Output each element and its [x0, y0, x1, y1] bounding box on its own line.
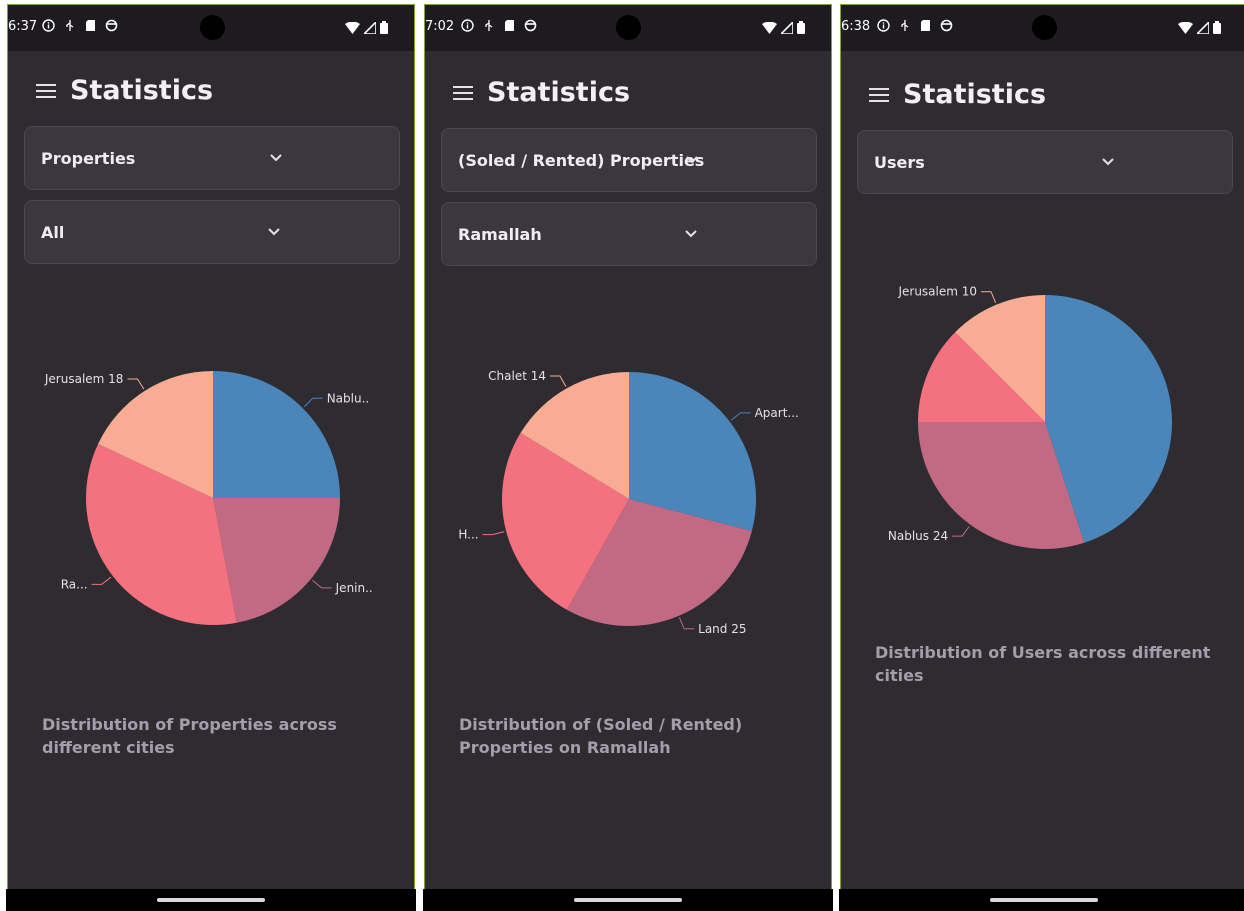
signal-icon [779, 19, 794, 38]
status-icons-left [461, 19, 537, 32]
sd-card-icon [84, 19, 97, 32]
pie-label: Jerusalem 10 [897, 285, 977, 299]
phone-screen-2: 7:02 Statistics (Soled / Rented) Propert… [424, 4, 832, 890]
pie-label: Nablus 24 [888, 529, 948, 543]
home-handle[interactable] [990, 898, 1098, 902]
pie-label: Chalet 14 [488, 369, 546, 383]
phone-screen-3: 6:38 Statistics Users Nablus 24 Jerusalem… [840, 4, 1244, 890]
navigation-bar [423, 889, 833, 911]
page-title: Statistics [487, 77, 631, 108]
label-leader-line [127, 378, 145, 390]
chart-caption: Distribution of Users across different c… [875, 643, 1211, 685]
sd-card-icon [919, 19, 932, 32]
info-icon [877, 19, 890, 32]
app-header: Statistics [869, 79, 1046, 110]
status-icons-left [42, 19, 118, 32]
page-title: Statistics [903, 79, 1047, 110]
status-icons-right [345, 19, 388, 38]
pie-label: Nablu.. [327, 391, 370, 405]
camera-cutout [616, 15, 641, 40]
pie-chart: Nablu.. Jenin.. Ra... Jerusalem 18 [44, 371, 373, 625]
city-dropdown[interactable]: All [24, 200, 400, 264]
chevron-down-icon [685, 230, 697, 238]
city-dropdown-value: All [41, 223, 65, 242]
status-bar: 6:38 [841, 5, 1244, 51]
pie-label: H... [458, 528, 478, 542]
pie-label: Apart... [755, 406, 799, 420]
sync-icon [105, 19, 118, 32]
wifi-icon [762, 19, 777, 38]
label-leader-line [549, 375, 567, 387]
wifi-icon [1178, 19, 1193, 38]
signal-icon [362, 19, 377, 38]
menu-icon[interactable] [453, 85, 473, 100]
wifi-icon [345, 19, 360, 38]
home-handle[interactable] [574, 898, 682, 902]
chevron-down-icon [268, 228, 280, 236]
category-dropdown-value: Users [874, 153, 925, 172]
category-dropdown[interactable]: Properties [24, 126, 400, 190]
label-leader-line [482, 531, 505, 536]
status-time: 6:37 [8, 19, 38, 34]
label-leader-line [981, 291, 997, 304]
pie-slice [213, 371, 340, 498]
pie-label: Jerusalem 18 [44, 372, 124, 386]
page-title: Statistics [70, 75, 214, 106]
chevron-down-icon [686, 156, 698, 164]
info-icon [42, 19, 55, 32]
sync-icon [524, 19, 537, 32]
pie-label: Jenin.. [335, 581, 373, 595]
pie-label: Land 25 [698, 622, 746, 636]
navigation-bar [839, 889, 1244, 911]
menu-icon[interactable] [869, 87, 889, 102]
menu-icon[interactable] [36, 83, 56, 98]
sync-icon [940, 19, 953, 32]
label-leader-line [303, 397, 323, 408]
chart-caption: Distribution of (Soled / Rented) Propert… [459, 715, 743, 757]
chart-caption: Distribution of Properties across differ… [42, 715, 337, 757]
pie-chart: Apart... Land 25 H... Chalet 14 [458, 369, 799, 636]
label-leader-line [312, 579, 332, 589]
phone-screen-1: 6:37 Statistics Properties All Nablu.. Je… [7, 4, 415, 890]
battery-icon [380, 19, 388, 38]
status-icons-right [1178, 19, 1221, 38]
pie-chart: Nablus 24 Jerusalem 10 [888, 285, 1172, 549]
category-dropdown[interactable]: (Soled / Rented) Properties [441, 128, 817, 192]
camera-cutout [200, 15, 225, 40]
usb-icon [898, 19, 911, 32]
chevron-down-icon [270, 154, 282, 162]
label-leader-line [678, 617, 695, 630]
battery-icon [1213, 19, 1221, 38]
signal-icon [1195, 19, 1210, 38]
battery-icon [797, 19, 805, 38]
category-dropdown[interactable]: Users [857, 130, 1233, 194]
status-bar: 7:02 [425, 5, 831, 51]
label-leader-line [952, 526, 970, 537]
home-handle[interactable] [157, 898, 265, 902]
city-dropdown-value: Ramallah [458, 225, 542, 244]
status-bar: 6:37 [8, 5, 414, 51]
chevron-down-icon [1102, 158, 1114, 166]
label-leader-line [730, 412, 751, 421]
status-icons-left [877, 19, 953, 32]
usb-icon [482, 19, 495, 32]
status-time: 6:38 [841, 19, 871, 34]
navigation-bar [6, 889, 416, 911]
status-icons-right [762, 19, 805, 38]
status-time: 7:02 [425, 19, 455, 34]
sd-card-icon [503, 19, 516, 32]
app-header: Statistics [453, 77, 630, 108]
city-dropdown[interactable]: Ramallah [441, 202, 817, 266]
category-dropdown-value: (Soled / Rented) Properties [458, 151, 705, 170]
usb-icon [63, 19, 76, 32]
category-dropdown-value: Properties [41, 149, 136, 168]
info-icon [461, 19, 474, 32]
camera-cutout [1032, 15, 1057, 40]
pie-label: Ra... [61, 577, 88, 591]
label-leader-line [91, 576, 112, 585]
app-header: Statistics [36, 75, 213, 106]
